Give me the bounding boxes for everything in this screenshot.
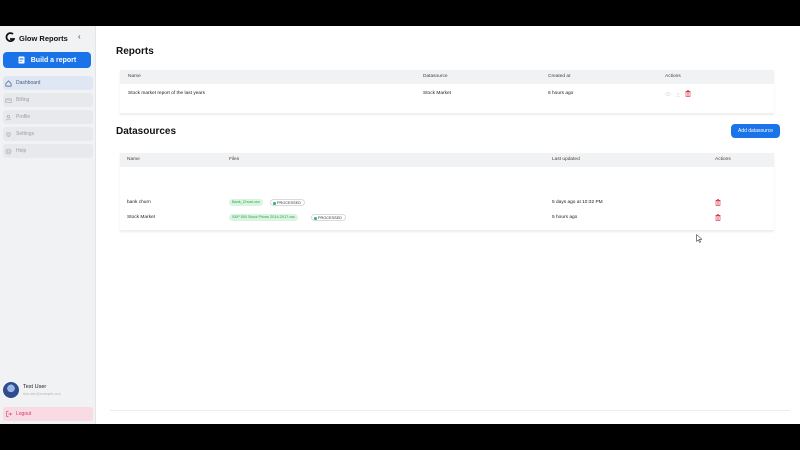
sidebar-item-profile[interactable]: Profile <box>3 110 93 124</box>
mouse-cursor-icon <box>696 234 703 243</box>
sidebar-item-label: Billing <box>16 97 30 103</box>
col-datasource: Datasource <box>423 74 448 79</box>
reports-title: Reports <box>116 46 154 57</box>
status-badge: PROCESSED <box>311 214 346 221</box>
trash-icon[interactable] <box>685 90 691 97</box>
datasource-updated: 5 days ago at 10:32 PM <box>552 200 603 205</box>
logout-icon <box>6 411 12 417</box>
col-last-updated: Last updated <box>552 157 580 162</box>
user-name: Test User <box>23 384 47 390</box>
glow-logo-icon <box>5 32 15 42</box>
app-window: Glow Reports ‹ Build a report Dashboard … <box>0 26 800 424</box>
divider <box>110 410 790 411</box>
download-icon[interactable] <box>675 91 681 97</box>
sidebar-item-settings[interactable]: Settings <box>3 127 93 141</box>
sidebar: Glow Reports ‹ Build a report Dashboard … <box>0 26 96 424</box>
report-created: 6 hours ago <box>548 91 574 96</box>
logout-label: Logout <box>16 411 32 417</box>
trash-icon[interactable] <box>715 214 721 221</box>
sidebar-nav: Dashboard Billing Profile Settings Help <box>3 76 93 161</box>
datasource-updated: 5 hours ago <box>552 215 578 220</box>
col-name: Name <box>128 74 141 79</box>
user-icon <box>5 114 12 120</box>
chevron-left-icon[interactable]: ‹ <box>78 33 81 41</box>
reports-table: Name Datasource Created at Actions Stock… <box>120 70 774 114</box>
col-files: Files <box>229 157 240 162</box>
status-badge: PROCESSED <box>270 199 305 206</box>
add-datasource-button[interactable]: Add datasource <box>731 124 780 138</box>
trash-icon[interactable] <box>715 199 721 206</box>
datasources-title: Datasources <box>116 126 177 137</box>
home-icon <box>5 79 12 86</box>
user-profile[interactable]: Test User test.user@example.com <box>3 379 93 401</box>
datasource-name: bank churn <box>127 200 151 205</box>
report-name: Stock market report of the last years <box>128 91 206 96</box>
user-info: Test User test.user@example.com <box>23 384 61 396</box>
sidebar-item-billing[interactable]: Billing <box>3 93 93 107</box>
user-email: test.user@example.com <box>23 392 61 396</box>
datasource-name: Stock Market <box>127 215 155 220</box>
sidebar-item-label: Help <box>16 148 27 154</box>
eye-icon[interactable] <box>665 91 671 97</box>
document-icon <box>18 56 25 64</box>
sidebar-item-dashboard[interactable]: Dashboard <box>3 76 93 90</box>
app-title: Glow Reports <box>19 33 68 43</box>
datasources-table: Name Files Last updated Actions bank chu… <box>120 153 774 231</box>
sidebar-item-label: Profile <box>16 114 31 120</box>
avatar <box>3 382 19 398</box>
report-datasource: Stock Market <box>423 91 451 96</box>
col-actions: Actions <box>665 74 681 79</box>
file-chip[interactable]: Bank_Churn.csv <box>229 199 263 206</box>
col-created-at: Created at <box>548 74 571 79</box>
sidebar-item-help[interactable]: Help <box>3 144 93 158</box>
reports-table-header: Name Datasource Created at Actions <box>120 70 774 84</box>
file-chip[interactable]: S&P 500 Stock Prices 2014-2017.csv <box>229 214 299 221</box>
credit-card-icon <box>5 97 12 103</box>
help-icon <box>5 148 12 154</box>
build-report-label: Build a report <box>30 56 77 64</box>
col-actions: Actions <box>715 157 731 162</box>
build-report-button[interactable]: Build a report <box>3 52 91 68</box>
datasources-table-header: Name Files Last updated Actions <box>120 153 774 167</box>
sidebar-item-label: Dashboard <box>16 80 41 86</box>
main-content: Reports Name Datasource Created at Actio… <box>96 26 800 424</box>
gear-icon <box>6 131 11 137</box>
sidebar-item-label: Settings <box>16 131 35 137</box>
col-name: Name <box>127 157 140 162</box>
logout-button[interactable]: Logout <box>3 407 93 421</box>
